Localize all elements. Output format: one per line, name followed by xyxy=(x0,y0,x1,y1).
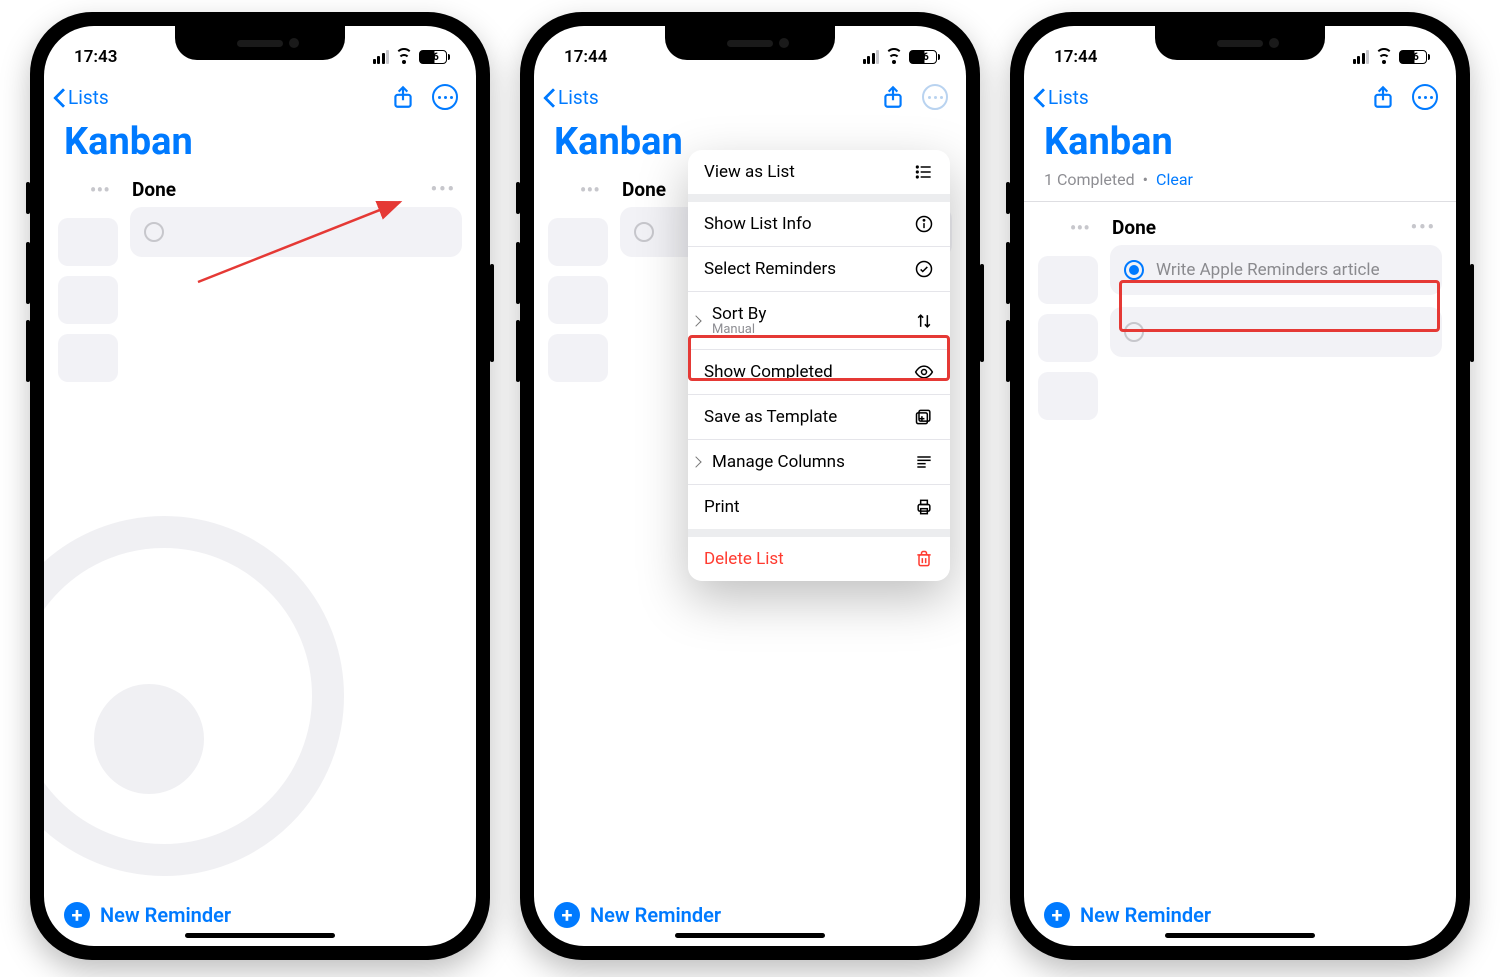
reminder-radio-checked[interactable] xyxy=(1124,260,1144,280)
screen-2: 17:44 56 Lists xyxy=(534,26,966,946)
more-menu: View as List Show List Info Select Remin… xyxy=(688,150,950,581)
home-indicator[interactable] xyxy=(1165,933,1315,938)
column-more-button[interactable]: ••• xyxy=(1411,217,1436,238)
notch xyxy=(175,26,345,60)
screen-1: 17:43 56 Lists xyxy=(44,26,476,946)
back-button[interactable]: Lists xyxy=(54,86,109,109)
column-more-button[interactable]: ••• xyxy=(431,179,456,200)
column-done: Done ••• xyxy=(130,170,476,382)
wifi-icon xyxy=(885,50,903,64)
menu-select-reminders[interactable]: Select Reminders xyxy=(688,247,950,291)
sort-icon xyxy=(914,311,934,331)
completed-reminder-row[interactable]: Write Apple Reminders article xyxy=(1110,245,1442,295)
previous-column-peek[interactable]: ••• xyxy=(58,170,118,382)
eye-icon xyxy=(914,362,934,382)
status-time: 17:43 xyxy=(74,47,117,67)
chevron-right-icon xyxy=(690,456,701,467)
completed-count: 1 Completed xyxy=(1044,170,1135,189)
menu-sort-by[interactable]: Sort By Manual xyxy=(688,292,950,349)
more-button[interactable] xyxy=(922,84,948,110)
status-time: 17:44 xyxy=(564,47,607,67)
phone-frame-1: 17:43 56 Lists xyxy=(30,12,490,960)
screen-3: 17:44 56 Lists xyxy=(1024,26,1456,946)
printer-icon xyxy=(914,497,934,517)
menu-delete-list[interactable]: Delete List xyxy=(688,537,950,581)
cellular-icon xyxy=(863,50,880,64)
battery-icon: 56 xyxy=(1399,50,1430,64)
status-right: 56 xyxy=(863,50,941,64)
column-done: Done ••• Write Apple Reminders article xyxy=(1110,208,1456,420)
plus-circle-icon: + xyxy=(554,902,580,928)
menu-manage-columns[interactable]: Manage Columns xyxy=(688,440,950,484)
menu-view-as-list[interactable]: View as List xyxy=(688,150,950,194)
list-title: Kanban xyxy=(1024,110,1456,170)
menu-save-as-template[interactable]: Save as Template xyxy=(688,395,950,439)
column-title: Done xyxy=(132,178,176,201)
notch xyxy=(665,26,835,60)
battery-icon: 56 xyxy=(419,50,450,64)
column-options-icon: ••• xyxy=(580,178,600,208)
back-button[interactable]: Lists xyxy=(544,86,599,109)
share-button[interactable] xyxy=(1370,84,1396,110)
reminder-radio[interactable] xyxy=(1124,322,1144,342)
column-options-icon: ••• xyxy=(1070,216,1090,246)
cellular-icon xyxy=(1353,50,1370,64)
list-icon xyxy=(914,162,934,182)
menu-show-list-info[interactable]: Show List Info xyxy=(688,202,950,246)
more-button[interactable] xyxy=(1412,84,1438,110)
new-reminder-label: New Reminder xyxy=(1080,903,1211,927)
more-button[interactable] xyxy=(432,84,458,110)
back-label: Lists xyxy=(558,86,599,109)
previous-column-peek[interactable]: ••• xyxy=(548,170,608,382)
column-title: Done xyxy=(622,178,666,201)
columns-icon xyxy=(914,452,934,472)
chevron-left-icon xyxy=(544,87,556,107)
wifi-icon xyxy=(395,50,413,64)
menu-show-completed[interactable]: Show Completed xyxy=(688,350,950,394)
empty-reminder-row[interactable] xyxy=(130,207,462,257)
check-circle-icon xyxy=(914,259,934,279)
battery-icon: 56 xyxy=(909,50,940,64)
phone-frame-3: 17:44 56 Lists xyxy=(1010,12,1470,960)
notch xyxy=(1155,26,1325,60)
clear-completed-button[interactable]: Clear xyxy=(1156,170,1193,189)
column-title: Done xyxy=(1112,216,1156,239)
new-reminder-label: New Reminder xyxy=(100,903,231,927)
back-button[interactable]: Lists xyxy=(1034,86,1089,109)
status-right: 56 xyxy=(373,50,451,64)
chevron-left-icon xyxy=(1034,87,1046,107)
phone-frame-2: 17:44 56 Lists xyxy=(520,12,980,960)
home-indicator[interactable] xyxy=(675,933,825,938)
previous-column-peek[interactable]: ••• xyxy=(1038,208,1098,420)
chevron-right-icon xyxy=(690,315,701,326)
status-time: 17:44 xyxy=(1054,47,1097,67)
share-button[interactable] xyxy=(880,84,906,110)
info-icon xyxy=(914,214,934,234)
status-right: 56 xyxy=(1353,50,1431,64)
plus-circle-icon: + xyxy=(64,902,90,928)
share-icon xyxy=(1370,84,1396,110)
empty-reminder-row[interactable] xyxy=(1110,307,1442,357)
reminder-title: Write Apple Reminders article xyxy=(1156,260,1380,280)
back-label: Lists xyxy=(68,86,109,109)
trash-icon xyxy=(914,549,934,569)
menu-print[interactable]: Print xyxy=(688,485,950,529)
cellular-icon xyxy=(373,50,390,64)
reminder-radio[interactable] xyxy=(634,222,654,242)
list-title: Kanban xyxy=(44,110,476,170)
reminder-radio[interactable] xyxy=(144,222,164,242)
wifi-icon xyxy=(1375,50,1393,64)
template-icon xyxy=(914,407,934,427)
home-indicator[interactable] xyxy=(185,933,335,938)
new-reminder-label: New Reminder xyxy=(590,903,721,927)
completed-summary: 1 Completed • Clear xyxy=(1024,170,1456,197)
share-icon xyxy=(880,84,906,110)
share-button[interactable] xyxy=(390,84,416,110)
plus-circle-icon: + xyxy=(1044,902,1070,928)
chevron-left-icon xyxy=(54,87,66,107)
back-label: Lists xyxy=(1048,86,1089,109)
column-options-icon: ••• xyxy=(90,178,110,208)
watermark xyxy=(44,516,344,876)
share-icon xyxy=(390,84,416,110)
